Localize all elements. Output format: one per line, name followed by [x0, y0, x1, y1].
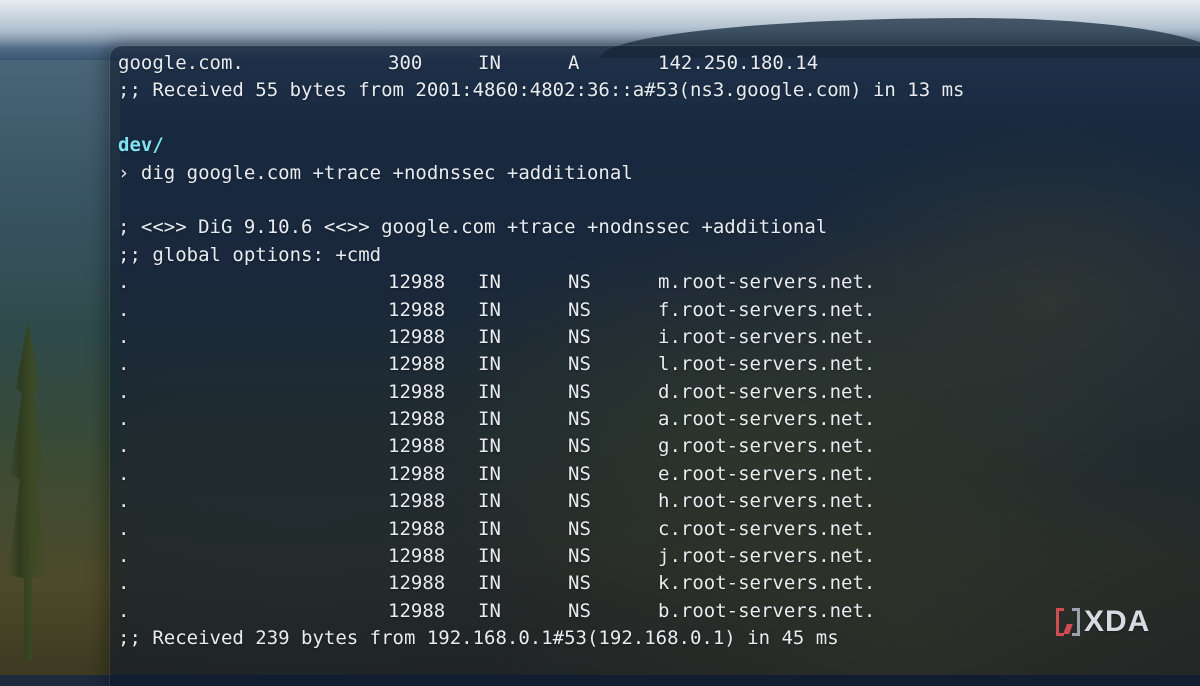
record-data: g.root-servers.net. [658, 435, 876, 458]
record-class: IN [478, 462, 501, 485]
record-ttl: 300 [388, 52, 423, 74]
dns-record-line: . 12988 IN NS e.root-servers.net. [118, 461, 964, 488]
record-name: . [118, 298, 130, 321]
record-name: . [118, 462, 130, 485]
record-name: . [118, 325, 130, 348]
dns-record-line: . 12988 IN NS k.root-servers.net. [118, 570, 964, 597]
record-data: k.root-servers.net. [658, 572, 876, 595]
dns-record-line: . 12988 IN NS g.root-servers.net. [118, 433, 964, 460]
dns-record-line: . 12988 IN NS i.root-servers.net. [118, 324, 964, 351]
record-data: f.root-servers.net. [658, 298, 876, 321]
record-data: h.root-servers.net. [658, 490, 876, 513]
record-class: IN [478, 52, 501, 74]
record-ttl: 12988 [388, 490, 446, 513]
record-data: d.root-servers.net. [658, 380, 876, 403]
record-type: NS [568, 599, 591, 622]
dns-record-line: . 12988 IN NS f.root-servers.net. [118, 297, 964, 324]
record-type: NS [568, 545, 591, 568]
terminal-line: ;; Received 55 bytes from 2001:4860:4802… [118, 79, 965, 102]
record-ttl: 12988 [388, 572, 446, 595]
dns-record-line: . 12988 IN NS a.root-servers.net. [118, 406, 964, 433]
record-ttl: 12988 [388, 353, 446, 376]
record-class: IN [478, 271, 501, 294]
record-class: IN [478, 325, 501, 348]
record-data: j.root-servers.net. [658, 545, 876, 568]
record-name: . [118, 490, 130, 513]
record-name: . [118, 380, 130, 403]
record-name: . [118, 545, 130, 568]
record-type: NS [568, 325, 591, 348]
record-ttl: 12988 [388, 435, 446, 458]
record-type: NS [568, 271, 591, 294]
record-class: IN [478, 490, 501, 513]
record-name: . [118, 599, 130, 622]
record-ttl: 12988 [388, 325, 446, 348]
record-class: IN [478, 380, 501, 403]
record-data: c.root-servers.net. [658, 517, 876, 540]
record-type: NS [568, 408, 591, 431]
record-type: NS [568, 462, 591, 485]
wallpaper-hills [0, 60, 120, 675]
dns-record-line: . 12988 IN NS h.root-servers.net. [118, 488, 964, 515]
record-ttl: 12988 [388, 298, 446, 321]
record-type: NS [568, 353, 591, 376]
record-ttl: 12988 [388, 271, 446, 294]
terminal-line: ;; Received 239 bytes from 192.168.0.1#5… [118, 627, 839, 650]
record-class: IN [478, 435, 501, 458]
record-ttl: 12988 [388, 599, 446, 622]
record-data: e.root-servers.net. [658, 462, 876, 485]
record-name: . [118, 435, 130, 458]
xda-logo-icon [1056, 608, 1080, 636]
record-ttl: 12988 [388, 517, 446, 540]
record-data: b.root-servers.net. [658, 599, 876, 622]
dns-record-line: . 12988 IN NS m.root-servers.net. [118, 269, 964, 296]
record-type: NS [568, 490, 591, 513]
dns-record-line: . 12988 IN NS d.root-servers.net. [118, 379, 964, 406]
record-ttl: 12988 [388, 462, 446, 485]
record-type: NS [568, 517, 591, 540]
record-ttl: 12988 [388, 545, 446, 568]
dns-record-line: . 12988 IN NS l.root-servers.net. [118, 351, 964, 378]
record-name: . [118, 353, 130, 376]
record-ttl: 12988 [388, 408, 446, 431]
record-ttl: 12988 [388, 380, 446, 403]
terminal-line: ; <<>> DiG 9.10.6 <<>> google.com +trace… [118, 216, 828, 239]
record-class: IN [478, 353, 501, 376]
record-type: NS [568, 380, 591, 403]
record-class: IN [478, 517, 501, 540]
terminal-line: › dig google.com +trace +nodnssec +addit… [118, 161, 633, 184]
record-name: . [118, 271, 130, 294]
record-type: A [568, 52, 580, 74]
record-data: 142.250.180.14 [658, 52, 819, 74]
record-class: IN [478, 408, 501, 431]
record-name: . [118, 572, 130, 595]
record-type: NS [568, 435, 591, 458]
prompt-directory: dev/ [118, 134, 164, 157]
xda-watermark: XDA [1056, 604, 1150, 640]
record-name: . [118, 517, 130, 540]
dns-record-line: . 12988 IN NS j.root-servers.net. [118, 543, 964, 570]
record-type: NS [568, 572, 591, 595]
record-data: l.root-servers.net. [658, 353, 876, 376]
record-class: IN [478, 599, 501, 622]
terminal-line: ;; global options: +cmd [118, 243, 382, 266]
xda-wordmark: XDA [1084, 605, 1151, 638]
record-type: NS [568, 298, 591, 321]
record-class: IN [478, 545, 501, 568]
dns-record-line: . 12988 IN NS c.root-servers.net. [118, 516, 964, 543]
record-data: i.root-servers.net. [658, 325, 876, 348]
record-name: . [118, 408, 130, 431]
dns-record-line: google.com. 300 IN A 142.250.180.14 [118, 50, 964, 77]
record-data: a.root-servers.net. [658, 408, 876, 431]
terminal-window[interactable]: google.com. 300 IN A 142.250.180.14 ;; Receiv… [110, 46, 1200, 686]
record-class: IN [478, 572, 501, 595]
record-class: IN [478, 298, 501, 321]
terminal-output[interactable]: google.com. 300 IN A 142.250.180.14 ;; Receiv… [118, 50, 964, 653]
record-data: m.root-servers.net. [658, 271, 876, 294]
dns-record-line: . 12988 IN NS b.root-servers.net. [118, 598, 964, 625]
record-name: google.com. [118, 52, 244, 74]
